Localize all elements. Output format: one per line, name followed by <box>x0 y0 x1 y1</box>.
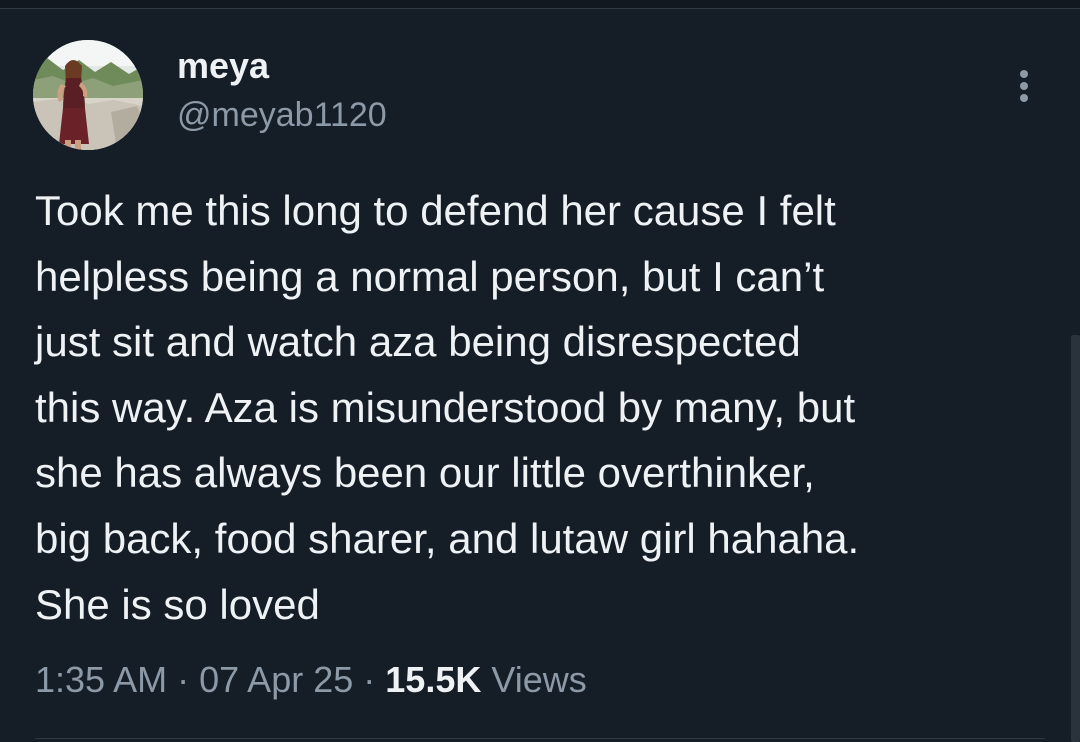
more-vertical-icon-dot-middle <box>1020 82 1028 90</box>
tweet-time[interactable]: 1:35 AM <box>35 659 167 700</box>
views-label[interactable]: Views <box>491 659 586 700</box>
avatar[interactable] <box>33 40 143 150</box>
tweet-text: Took me this long to defend her cause I … <box>35 187 860 628</box>
views-count[interactable]: 15.5K <box>385 659 481 700</box>
tweet-detail-view: meya @meyab1120 Took me this long to def… <box>0 0 1080 742</box>
scrollbar[interactable] <box>1071 335 1080 742</box>
author-handle[interactable]: @meyab1120 <box>177 94 387 136</box>
profile-photo-icon <box>33 40 143 150</box>
bottom-divider <box>35 738 1045 739</box>
author-display-name[interactable]: meya <box>177 45 269 87</box>
more-options-button[interactable] <box>1004 64 1044 108</box>
top-divider <box>0 0 1080 9</box>
meta-separator: · <box>177 659 190 700</box>
tweet-date[interactable]: 07 Apr 25 <box>199 659 353 700</box>
meta-separator: · <box>363 659 376 700</box>
tweet-meta: 1:35 AM · 07 Apr 25 · 15.5K Views <box>35 654 587 706</box>
more-vertical-icon-dot-top <box>1020 70 1028 78</box>
more-vertical-icon-dot-bottom <box>1020 94 1028 102</box>
